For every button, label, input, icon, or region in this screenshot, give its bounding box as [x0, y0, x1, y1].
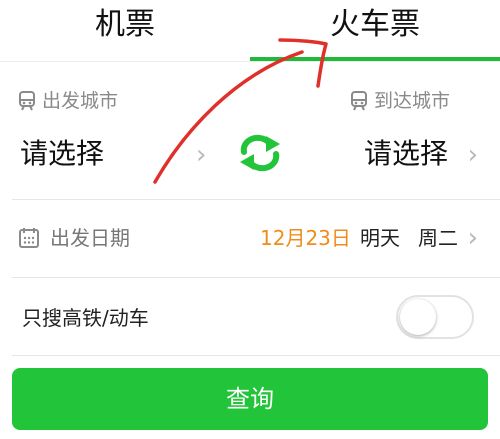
city-selector: 出发城市 请选择 › 到达城市 请选择 › [0, 62, 500, 200]
divider [12, 355, 500, 356]
high-speed-toggle[interactable] [396, 295, 474, 339]
search-button[interactable]: 查询 [12, 368, 488, 430]
departure-city-value[interactable]: 请选择 [20, 134, 104, 174]
high-speed-filter-label: 只搜高铁/动车 [22, 306, 149, 330]
train-icon [19, 91, 35, 111]
train-icon [350, 91, 367, 111]
high-speed-filter-row: 只搜高铁/动车 [0, 278, 500, 356]
date-selector[interactable]: 出发日期 12月23日 明天 周二 › [0, 200, 500, 278]
arrival-city-label: 到达城市 [350, 88, 450, 114]
departure-date-value[interactable]: 12月23日 [260, 224, 351, 252]
chevron-right-icon: › [467, 223, 478, 253]
departure-date-label: 出发日期 [18, 224, 130, 252]
tab-flight[interactable]: 机票 [60, 4, 190, 46]
departure-city-label-text: 出发城市 [42, 90, 119, 112]
departure-date-label-text: 出发日期 [50, 226, 130, 250]
relative-day: 明天 [360, 226, 400, 250]
arrival-city-value[interactable]: 请选择 [364, 134, 448, 174]
calendar-icon [19, 228, 39, 248]
weekday: 周二 [418, 226, 458, 250]
swap-icon[interactable] [234, 132, 286, 174]
toggle-knob [400, 299, 436, 335]
tab-train[interactable]: 火车票 [310, 4, 440, 46]
arrival-city-label-text: 到达城市 [373, 90, 450, 112]
chevron-right-icon: › [467, 140, 478, 170]
chevron-right-icon: › [196, 140, 207, 170]
tab-bar: 机票 火车票 [0, 0, 500, 62]
departure-city-label: 出发城市 [18, 88, 118, 114]
